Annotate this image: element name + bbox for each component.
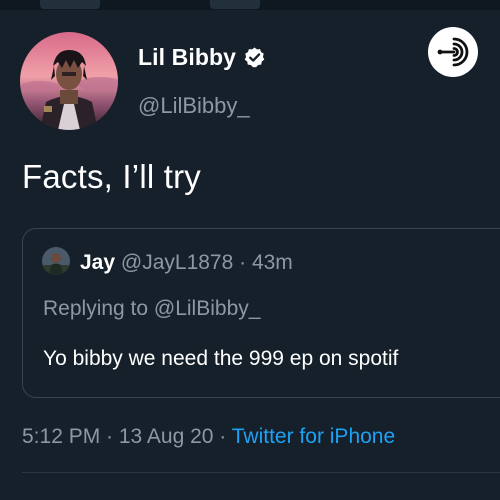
author-display-name[interactable]: Lil Bibby — [138, 44, 236, 71]
author-name-row: Lil Bibby — [138, 44, 266, 71]
status-bar — [0, 0, 500, 10]
divider — [22, 472, 500, 473]
quoted-tweet-card[interactable]: Jay @JayL1878 · 43m Replying to @LilBibb… — [22, 228, 500, 398]
author-handle[interactable]: @LilBibby_ — [138, 93, 250, 119]
quoted-author-meta: @JayL1878 · 43m — [120, 251, 293, 274]
status-bar-segment — [210, 0, 260, 9]
quoted-replying-to: Replying to @LilBibby_ — [43, 297, 261, 320]
verified-badge-icon — [244, 47, 265, 68]
tweet-text: Facts, I’ll try — [22, 158, 202, 195]
quoted-tweet-text: Yo bibby we need the 999 ep on spotif — [43, 347, 399, 370]
tweet-timestamp[interactable]: 5:12 PM · 13 Aug 20 · — [22, 425, 232, 448]
quoted-tweet-header: Jay @JayL1878 · 43m — [80, 251, 293, 275]
profile-avatar[interactable] — [20, 32, 118, 130]
status-bar-segment — [40, 0, 100, 9]
quoted-author-avatar — [42, 247, 70, 275]
quoted-author-name[interactable]: Jay — [80, 251, 115, 274]
tweet-source-link[interactable]: Twitter for iPhone — [232, 425, 395, 448]
podcast-icon — [428, 27, 478, 77]
avatar-image — [20, 32, 118, 130]
tweet-timestamp-row: 5:12 PM · 13 Aug 20 · Twitter for iPhone — [22, 425, 395, 449]
